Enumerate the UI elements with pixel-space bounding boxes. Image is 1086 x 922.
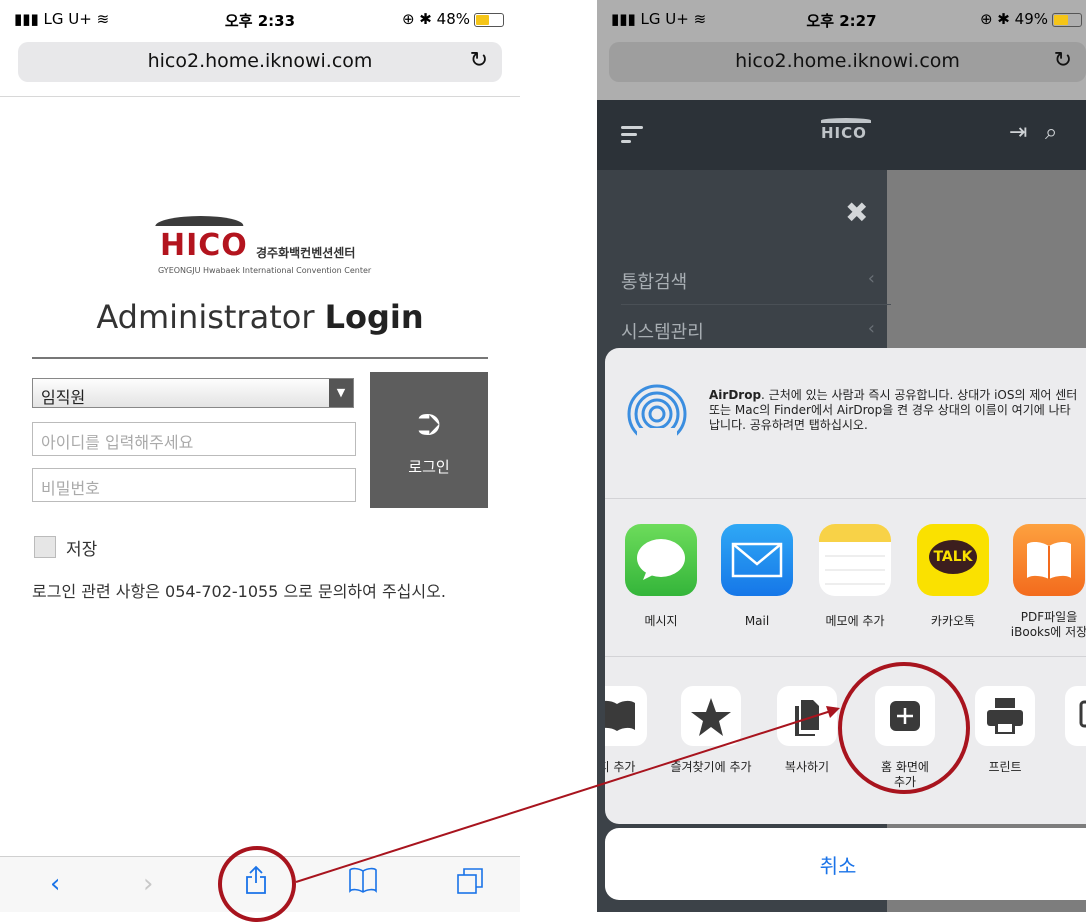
app-label: PDF파일을 iBooks에 저장	[1009, 610, 1086, 640]
chevron-left-icon: ‹	[867, 268, 875, 289]
app-label-line2: iBooks에 저장	[1010, 625, 1086, 639]
user-type-value: 임직원	[41, 388, 86, 407]
password-placeholder: 비밀번호	[41, 479, 100, 498]
app-label: Mail	[744, 614, 770, 628]
title-plain: Administrator	[96, 298, 315, 336]
logo-korean: 경주화백컨벤션센터	[256, 246, 356, 260]
action-favorites[interactable]: 즐겨찾기에 추가	[661, 686, 761, 775]
print-icon	[975, 686, 1035, 746]
id-placeholder: 아이디를 입력해주세요	[41, 433, 194, 452]
action-label: 피 추가	[605, 760, 636, 774]
airdrop-title: AirDrop	[709, 388, 762, 402]
battery-indicator: ⊕ ✱ 49%	[980, 10, 1082, 28]
battery-percent: 48%	[436, 10, 470, 28]
back-icon[interactable]: ‹	[50, 869, 60, 899]
messages-icon	[625, 524, 697, 596]
menu-item-label: 통합검색	[621, 272, 688, 293]
battery-icon	[474, 12, 504, 27]
star-icon	[681, 686, 741, 746]
airdrop-section[interactable]: AirDrop. 근처에 있는 사람과 즉시 공유합니다. 상대가 iOS의 제…	[605, 348, 1086, 499]
save-checkbox[interactable]	[34, 536, 56, 558]
share-app-ibooks[interactable]: PDF파일을 iBooks에 저장	[1009, 524, 1086, 640]
share-app-notes[interactable]: 메모에 추가	[815, 524, 895, 629]
save-label: 저장	[66, 540, 98, 560]
chevron-left-icon: ‹	[867, 318, 875, 339]
action-label: 즐겨찾기에 추가	[670, 760, 752, 774]
share-app-messages[interactable]: 메시지	[621, 524, 701, 629]
close-icon[interactable]: ✖	[845, 196, 868, 229]
status-bar: ▮▮▮ LG U+ ≋ 오후 2:27 ⊕ ✱ 49%	[597, 0, 1086, 36]
reload-icon[interactable]: ↻	[1054, 48, 1072, 73]
right-phone-screen: ▮▮▮ LG U+ ≋ 오후 2:27 ⊕ ✱ 49% hico2.home.i…	[597, 0, 1086, 912]
id-input[interactable]: 아이디를 입력해주세요	[32, 422, 356, 456]
dropdown-arrow-icon[interactable]: ▼	[329, 379, 353, 407]
login-button[interactable]: ⮊ 로그인	[370, 372, 488, 508]
menu-item[interactable]: 통합검색 ‹	[621, 256, 891, 305]
tabs-icon[interactable]	[456, 867, 484, 902]
page-title: Administrator Login	[0, 298, 520, 336]
share-app-mail[interactable]: Mail	[717, 524, 797, 629]
airdrop-icon	[627, 384, 687, 444]
cancel-label: 취소	[819, 854, 857, 878]
divider	[0, 96, 520, 97]
action-label: 더버	[1045, 760, 1086, 790]
address-bar[interactable]: hico2.home.iknowi.com ↻	[18, 42, 502, 82]
app-label-line1: PDF파일을	[1020, 610, 1078, 624]
left-phone-screen: ▮▮▮ LG U+ ≋ 오후 2:33 ⊕ ✱ 48% hico2.home.i…	[0, 0, 520, 912]
action-reading-list[interactable]: 피 추가	[605, 686, 667, 775]
logo-english: GYEONGJU Hwabaek International Conventio…	[158, 266, 372, 275]
notes-icon	[819, 524, 891, 596]
cancel-button[interactable]: 취소	[605, 828, 1086, 900]
airdrop-text: . 근처에 있는 사람과 즉시 공유합니다. 상대가 iOS의 제어 센터 또는…	[709, 388, 1078, 432]
kakaotalk-badge: TALK	[933, 549, 973, 565]
share-apps-row: 메시지 Mail 메모에 추가 TALK 카카오톡 PDF파일을 iBooks에…	[605, 498, 1086, 657]
action-label: 프린트	[988, 760, 1022, 774]
share-app-kakaotalk[interactable]: TALK 카카오톡	[913, 524, 993, 629]
url-text: hico2.home.iknowi.com	[735, 50, 960, 72]
highlight-circle-share	[218, 846, 296, 922]
reload-icon[interactable]: ↻	[470, 48, 488, 73]
hamburger-icon[interactable]	[621, 126, 643, 147]
ibooks-icon	[1013, 524, 1085, 596]
mail-icon	[721, 524, 793, 596]
url-text: hico2.home.iknowi.com	[147, 50, 373, 72]
airdrop-description: AirDrop. 근처에 있는 사람과 즉시 공유합니다. 상대가 iOS의 제…	[709, 388, 1079, 433]
login-icon[interactable]: ⇥	[1009, 120, 1027, 145]
menu-item-label: 시스템관리	[621, 322, 704, 343]
battery-indicator: ⊕ ✱ 48%	[402, 10, 504, 28]
reading-list-icon	[605, 686, 647, 746]
search-icon[interactable]: ⌕	[1045, 120, 1057, 145]
title-bold: Login	[324, 298, 424, 336]
user-type-select[interactable]: 임직원 ▼	[32, 378, 354, 408]
status-bar: ▮▮▮ LG U+ ≋ 오후 2:33 ⊕ ✱ 48%	[0, 0, 520, 36]
contact-notice: 로그인 관련 사항은 054-702-1055 으로 문의하여 주십시오.	[32, 582, 446, 601]
logo-brand: HICO	[160, 228, 248, 263]
site-logo[interactable]: HICO	[821, 118, 871, 142]
bookmarks-icon[interactable]	[348, 867, 378, 900]
login-label: 로그인	[408, 458, 450, 476]
app-label: 메시지	[644, 614, 678, 628]
battery-percent: 49%	[1014, 10, 1048, 28]
kakaotalk-icon: TALK	[917, 524, 989, 596]
more-icon	[1065, 686, 1086, 746]
copy-icon	[777, 686, 837, 746]
site-logo-text: HICO	[821, 124, 867, 142]
login-icon: ⮊	[417, 408, 441, 443]
battery-icon	[1052, 12, 1082, 27]
action-label: 복사하기	[784, 760, 830, 774]
highlight-circle-add-home	[838, 662, 970, 794]
action-more[interactable]: 더버	[1045, 686, 1086, 790]
forward-icon[interactable]: ›	[143, 869, 153, 899]
password-input[interactable]: 비밀번호	[32, 468, 356, 502]
address-bar[interactable]: hico2.home.iknowi.com ↻	[609, 42, 1086, 82]
app-label: 메모에 추가	[825, 614, 885, 628]
title-underline	[32, 357, 488, 359]
action-print[interactable]: 프린트	[955, 686, 1055, 775]
hico-logo: HICO 경주화백컨벤션센터 GYEONGJU Hwabaek Internat…	[152, 212, 382, 282]
app-label: 카카오톡	[930, 614, 976, 628]
